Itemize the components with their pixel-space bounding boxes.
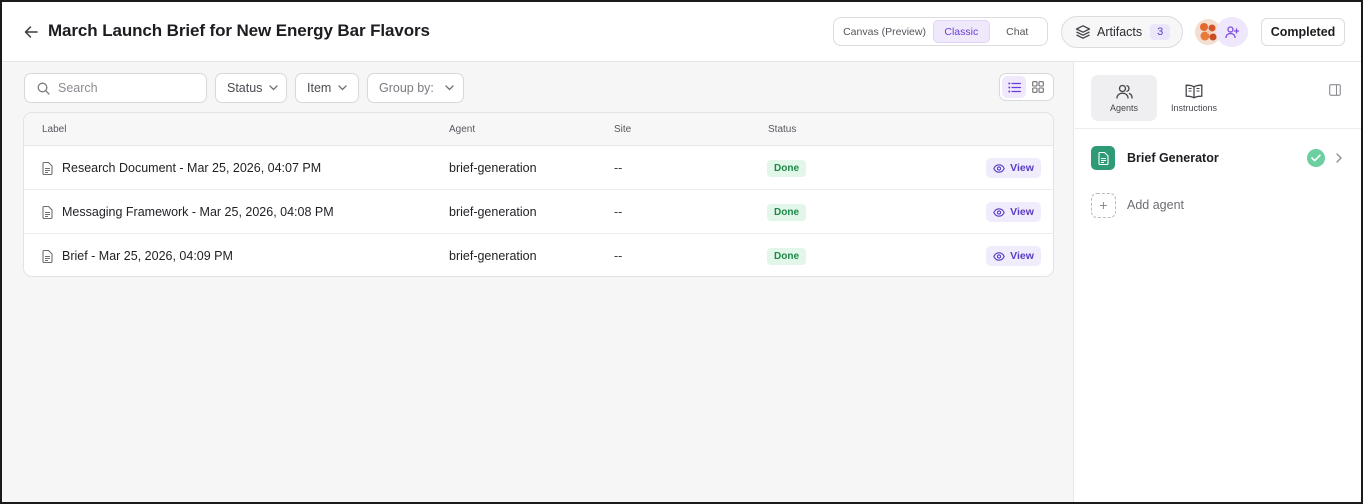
status-badge: Done — [767, 204, 806, 221]
status-filter-label: Status — [227, 81, 263, 95]
item-filter-label: Item — [307, 81, 332, 95]
artifacts-button[interactable]: Artifacts 3 — [1061, 16, 1183, 48]
view-button-label: View — [1010, 162, 1034, 174]
tab-agents-label: Agents — [1109, 102, 1139, 113]
table-row[interactable]: Research Document - Mar 25, 2026, 04:07 … — [24, 146, 1053, 190]
layout-toggle — [999, 73, 1054, 101]
view-mode-classic[interactable]: Classic — [933, 20, 990, 43]
page-title: March Launch Brief for New Energy Bar Fl… — [48, 21, 430, 40]
column-header-agent: Agent — [449, 124, 476, 135]
row-site: -- — [614, 161, 623, 175]
artifacts-table: Label Agent Site Status Research Documen… — [23, 112, 1054, 277]
tab-agents[interactable]: Agents — [1091, 75, 1157, 121]
row-site: -- — [614, 249, 623, 263]
row-agent: brief-generation — [449, 161, 537, 175]
view-mode-chat[interactable]: Chat — [990, 20, 1045, 43]
eye-icon — [993, 251, 1005, 261]
top-header: March Launch Brief for New Energy Bar Fl… — [2, 2, 1361, 62]
document-icon — [42, 249, 53, 263]
plus-icon: + — [1091, 192, 1116, 218]
view-mode-switch: Canvas (Preview) Classic Chat — [833, 17, 1048, 46]
status-filter-dropdown[interactable]: Status — [215, 73, 287, 103]
column-header-site: Site — [614, 124, 632, 135]
artifacts-count-badge: 3 — [1150, 24, 1171, 40]
grid-icon — [1032, 81, 1044, 93]
column-header-status: Status — [768, 124, 797, 135]
chevron-down-icon — [338, 85, 347, 91]
column-header-label: Label — [42, 124, 67, 135]
agent-item-brief-generator[interactable]: Brief Generator — [1091, 145, 1349, 171]
layers-icon — [1075, 25, 1091, 39]
add-agent-label: Add agent — [1127, 198, 1184, 212]
agents-panel: Agents Instructions Brief Generator + Ad… — [1075, 62, 1361, 502]
add-user-button[interactable] — [1216, 17, 1248, 47]
users-icon — [1115, 84, 1133, 99]
document-icon — [1097, 151, 1109, 165]
row-site: -- — [614, 205, 623, 219]
status-badge: Done — [767, 160, 806, 177]
book-open-icon — [1185, 84, 1203, 99]
eye-icon — [993, 163, 1005, 173]
eye-icon — [993, 207, 1005, 217]
item-filter-dropdown[interactable]: Item — [295, 73, 359, 103]
add-agent-button[interactable]: + Add agent — [1091, 192, 1184, 218]
arrow-left-icon — [24, 26, 38, 38]
user-plus-icon — [1225, 26, 1239, 39]
main-content: Status Item Group by: Label Agen — [2, 62, 1074, 502]
check-circle-icon — [1307, 149, 1325, 167]
status-badge: Done — [767, 248, 806, 265]
document-icon — [42, 161, 53, 175]
search-input[interactable] — [58, 81, 198, 95]
search-icon — [37, 82, 50, 95]
list-icon — [1007, 82, 1021, 92]
grid-view-button[interactable] — [1026, 76, 1050, 98]
view-button[interactable]: View — [986, 246, 1041, 266]
row-agent: brief-generation — [449, 205, 537, 219]
row-label-cell: Research Document - Mar 25, 2026, 04:07 … — [42, 161, 321, 175]
completed-status-button[interactable]: Completed — [1261, 18, 1345, 46]
row-label-cell: Brief - Mar 25, 2026, 04:09 PM — [42, 249, 233, 263]
chevron-right-icon — [1336, 153, 1342, 163]
group-by-label: Group by: — [379, 81, 434, 95]
row-agent: brief-generation — [449, 249, 537, 263]
document-icon — [42, 205, 53, 219]
view-mode-canvas[interactable]: Canvas (Preview) — [836, 20, 933, 43]
view-button-label: View — [1010, 250, 1034, 262]
table-row[interactable]: Brief - Mar 25, 2026, 04:09 PM brief-gen… — [24, 234, 1053, 276]
search-box[interactable] — [24, 73, 207, 103]
tab-instructions-label: Instructions — [1170, 102, 1218, 113]
group-by-dropdown[interactable]: Group by: — [367, 73, 464, 103]
view-button-label: View — [1010, 206, 1034, 218]
row-label: Research Document - Mar 25, 2026, 04:07 … — [62, 161, 322, 175]
collapse-panel-button[interactable] — [1329, 83, 1343, 97]
artifacts-label: Artifacts — [1097, 25, 1143, 39]
panel-collapse-icon — [1329, 84, 1341, 96]
view-button[interactable]: View — [986, 158, 1041, 178]
agent-name: Brief Generator — [1127, 151, 1219, 165]
view-button[interactable]: View — [986, 202, 1041, 222]
agent-icon — [1091, 146, 1115, 170]
back-button[interactable] — [20, 21, 42, 43]
list-view-button[interactable] — [1002, 76, 1026, 98]
row-label: Messaging Framework - Mar 25, 2026, 04:0… — [62, 205, 334, 219]
chevron-down-icon — [269, 85, 279, 91]
table-header: Label Agent Site Status — [24, 113, 1053, 146]
panel-divider — [1075, 128, 1361, 129]
row-label: Brief - Mar 25, 2026, 04:09 PM — [62, 249, 233, 263]
chevron-down-icon — [445, 85, 454, 91]
tab-instructions[interactable]: Instructions — [1161, 75, 1227, 121]
table-row[interactable]: Messaging Framework - Mar 25, 2026, 04:0… — [24, 190, 1053, 234]
row-label-cell: Messaging Framework - Mar 25, 2026, 04:0… — [42, 205, 334, 219]
